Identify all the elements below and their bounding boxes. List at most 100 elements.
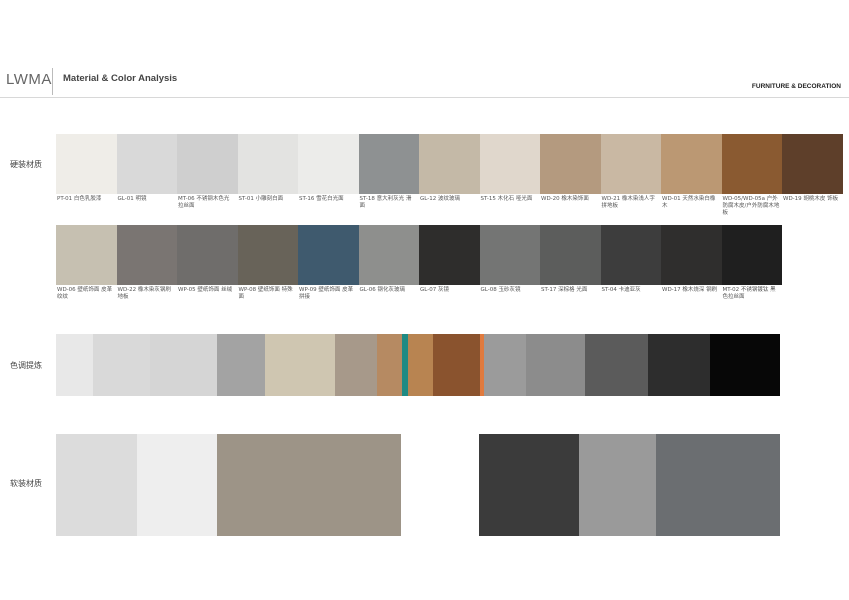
section-label-soft: 软装材质 (10, 479, 42, 488)
material-caption: MT-02 不锈钢镀钛 黑色拉丝面 (722, 287, 776, 300)
material-swatch (661, 134, 722, 194)
material-swatch (358, 225, 419, 285)
palette-swatch (483, 334, 526, 396)
material-caption: WD-20 橡木染饰面 (541, 196, 589, 202)
hard-materials-row-2: WD-06 壁纸饰面 皮革纹纹 WD-22 橡木染灰钢刷地板 WP-05 壁纸饰面 … (56, 225, 782, 301)
material-caption: WD-06 壁纸饰面 皮革纹纹 (57, 287, 113, 300)
palette-swatch (376, 334, 403, 396)
palette-swatch (334, 334, 377, 396)
material-tile: ST-16 雪花白光面 (298, 134, 359, 217)
soft-material-teal-lounge-chair (400, 434, 479, 536)
material-caption: GL-07 灰镜 (420, 287, 449, 293)
material-tile: ST-15 木化石 哑光面 (479, 134, 540, 217)
material-swatch (479, 225, 540, 285)
soft-material-sheer-curtain (56, 434, 138, 536)
material-swatch (479, 134, 540, 194)
page-title: Material & Color Analysis (63, 73, 178, 84)
material-swatch (782, 134, 843, 194)
color-palette-strip (56, 334, 780, 396)
material-swatch (419, 134, 480, 194)
material-swatch (540, 134, 601, 194)
material-swatch (56, 225, 117, 285)
soft-material-marble-side-tables (478, 434, 579, 536)
material-tile: WD-19 胡桃木皮 饰板 (782, 134, 843, 217)
material-caption: ST-16 雪花白光面 (299, 196, 344, 202)
material-caption: ST-01 小雕刻白面 (238, 196, 284, 202)
section-label-color: 色调提炼 (10, 361, 42, 370)
palette-swatch (585, 334, 649, 396)
material-swatch (237, 134, 298, 194)
material-tile: GL-12 波纹玻璃 (419, 134, 480, 217)
material-swatch (298, 225, 359, 285)
material-tile: WD-01 天然水染白橡木 (661, 134, 722, 217)
material-caption: WP-09 壁纸饰面 皮革拼接 (299, 287, 354, 300)
material-swatch (116, 134, 177, 194)
material-caption: GL-01 明镜 (117, 196, 147, 202)
palette-swatch (408, 334, 433, 396)
palette-swatch (217, 334, 265, 396)
material-tile: WD-06 壁纸饰面 皮革纹纹 (56, 225, 117, 301)
material-tile: ST-17 深棕格 光面 (540, 225, 601, 301)
soft-material-throw-and-cushion (578, 434, 657, 536)
material-tile: GL-07 灰镜 (419, 225, 480, 301)
material-tile: GL-08 玉砂灰镜 (479, 225, 540, 301)
material-swatch (177, 225, 238, 285)
material-caption: WP-08 壁纸饰面 特殊面 (238, 287, 293, 300)
header-divider (52, 68, 53, 95)
material-tile: ST-01 小雕刻白面 (237, 134, 298, 217)
material-caption: WD-01 天然水染白橡木 (662, 196, 716, 209)
material-tile: ST-18 意大利灰光 滑 面 (358, 134, 419, 217)
hard-materials-row-1: PT-01 白色乳胶漆 GL-01 明镜 MT-06 不锈钢木色光 拉丝面 ST-01… (56, 134, 843, 217)
soft-material-leather-herringbone-bench (217, 434, 401, 536)
palette-swatch (525, 334, 586, 396)
soft-material-woven-fabric (137, 434, 218, 536)
material-swatch (298, 134, 359, 194)
material-swatch (358, 134, 419, 194)
material-swatch (56, 134, 117, 194)
material-caption: MT-06 不锈钢木色光 拉丝面 (178, 196, 230, 209)
material-swatch (540, 225, 601, 285)
material-caption: GL-12 波纹玻璃 (420, 196, 460, 202)
material-tile: WD-05/WD-05a 户外防腐木皮/户外防腐木地板 (721, 134, 782, 217)
material-swatch (419, 225, 480, 285)
page-subtitle: FURNITURE & DECORATION (751, 83, 841, 90)
material-tile: GL-06 钢化灰玻璃 (358, 225, 419, 301)
material-caption: ST-15 木化石 哑光面 (480, 196, 533, 202)
material-tile: GL-01 明镜 (116, 134, 177, 217)
material-swatch (237, 225, 298, 285)
palette-swatch (56, 334, 94, 396)
material-caption: WD-17 橡木烧深 钢刷 (662, 287, 718, 293)
material-caption: WP-05 壁纸饰面 丝绒 (178, 287, 233, 293)
palette-swatch (264, 334, 335, 396)
material-tile: MT-02 不锈钢镀钛 黑色拉丝面 (721, 225, 782, 301)
material-swatch (116, 225, 177, 285)
palette-swatch (648, 334, 710, 396)
material-tile: WD-21 橡木染浅人字拼地板 (600, 134, 661, 217)
material-tile: PT-01 白色乳胶漆 (56, 134, 117, 217)
material-swatch (661, 225, 722, 285)
material-caption: WD-19 胡桃木皮 饰板 (783, 196, 839, 202)
material-caption: ST-18 意大利灰光 滑 面 (359, 196, 412, 209)
section-label-hard: 硬装材质 (10, 160, 42, 169)
material-tile: MT-06 不锈钢木色光 拉丝面 (177, 134, 238, 217)
material-tile: WP-09 壁纸饰面 皮革拼接 (298, 225, 359, 301)
material-caption: WD-21 橡木染浅人字拼地板 (601, 196, 655, 209)
material-swatch (721, 225, 782, 285)
material-tile: WP-08 壁纸饰面 特殊面 (237, 225, 298, 301)
material-swatch (600, 134, 661, 194)
material-tile: ST-04 卡迪亚灰 (600, 225, 661, 301)
brand-logo-text: LWMA (6, 71, 52, 88)
palette-swatch (432, 334, 481, 396)
material-caption: ST-04 卡迪亚灰 (601, 287, 641, 293)
soft-materials-strip (56, 434, 780, 536)
material-caption: ST-17 深棕格 光面 (541, 287, 588, 293)
material-caption: GL-06 钢化灰玻璃 (359, 287, 405, 293)
palette-swatch (710, 334, 780, 396)
material-swatch (600, 225, 661, 285)
material-caption: WD-05/WD-05a 户外防腐木皮/户外防腐木地板 (722, 196, 780, 216)
material-swatch (721, 134, 782, 194)
material-tile: WP-05 壁纸饰面 丝绒 (177, 225, 238, 301)
palette-swatch (150, 334, 218, 396)
palette-swatch (93, 334, 151, 396)
soft-material-metal-cylinders (656, 434, 780, 536)
